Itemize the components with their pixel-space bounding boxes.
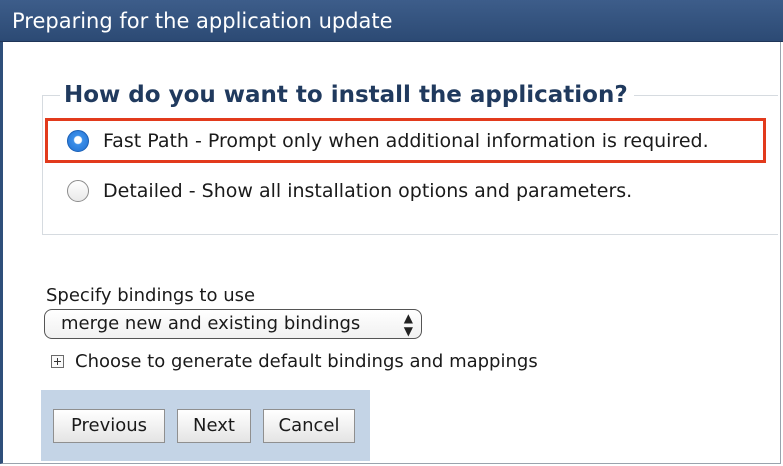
fast-path-highlight-box [45, 118, 766, 163]
button-bar: Previous Next Cancel [41, 390, 370, 461]
detailed-radio[interactable] [67, 180, 89, 202]
select-arrows-icon: ▲ ▼ [403, 311, 413, 338]
detailed-label[interactable]: Detailed - Show all installation options… [103, 180, 632, 202]
install-options-legend: How do you want to install the applicati… [60, 80, 634, 110]
generate-defaults-label: Choose to generate default bindings and … [75, 351, 538, 372]
bindings-select[interactable]: merge new and existing bindings ▲ ▼ [44, 309, 422, 339]
dialog-title: Preparing for the application update [0, 0, 783, 42]
previous-button[interactable]: Previous [53, 409, 165, 443]
detailed-option[interactable]: Detailed - Show all installation options… [67, 173, 632, 209]
install-options-group [42, 95, 778, 235]
plus-expand-icon[interactable] [51, 355, 64, 368]
cancel-button[interactable]: Cancel [263, 409, 355, 443]
bindings-select-value: merge new and existing bindings [61, 313, 361, 334]
generate-defaults-toggle[interactable]: Choose to generate default bindings and … [51, 351, 538, 372]
next-button[interactable]: Next [177, 409, 251, 443]
bindings-label: Specify bindings to use [46, 285, 256, 306]
